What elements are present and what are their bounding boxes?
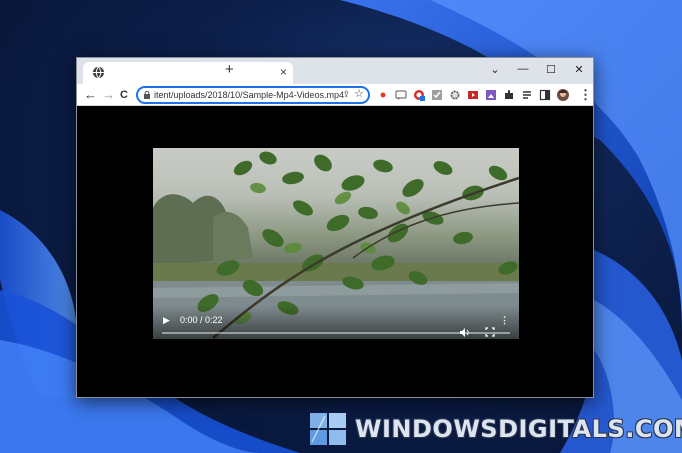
- title-bar: × + ⌄ — ☐ ✕: [77, 58, 593, 84]
- camera-icon[interactable]: [467, 88, 479, 100]
- check-icon[interactable]: [431, 88, 443, 100]
- globe-icon: [92, 66, 105, 79]
- windows-logo: [310, 413, 346, 445]
- more-options-icon[interactable]: ⋮: [500, 314, 509, 326]
- list-icon[interactable]: [521, 88, 533, 100]
- image-icon[interactable]: [485, 88, 497, 100]
- browser-tab[interactable]: ×: [83, 62, 293, 84]
- video-player[interactable]: ▶ 0:00 / 0:22 ⋮: [153, 148, 519, 339]
- sidebar-icon[interactable]: [539, 88, 551, 101]
- address-bar[interactable]: itent/uploads/2018/10/Sample-Mp4-Videos.…: [136, 86, 370, 104]
- minimize-button[interactable]: —: [509, 58, 537, 80]
- share-icon[interactable]: ⇪: [342, 89, 350, 100]
- back-button[interactable]: ←: [84, 86, 97, 104]
- avatar[interactable]: [557, 88, 569, 101]
- lock-icon: [144, 91, 150, 99]
- play-button[interactable]: ▶: [163, 314, 170, 326]
- new-tab-button[interactable]: +: [225, 62, 234, 77]
- browser-toolbar: ← → C itent/uploads/2018/10/Sample-Mp4-V…: [77, 84, 593, 106]
- star-icon[interactable]: ☆: [354, 88, 364, 101]
- url-text[interactable]: itent/uploads/2018/10/Sample-Mp4-Videos.…: [154, 89, 344, 102]
- time-display: 0:00 / 0:22: [180, 315, 223, 325]
- maximize-button[interactable]: ☐: [537, 58, 565, 80]
- puzzle-icon[interactable]: [503, 88, 515, 100]
- opera-icon[interactable]: [413, 88, 425, 101]
- browser-window: × + ⌄ — ☐ ✕ ← → C itent/uploads/2018/10/…: [76, 57, 594, 398]
- forward-button[interactable]: →: [102, 86, 115, 104]
- tab-search-icon[interactable]: ⌄: [481, 58, 509, 80]
- menu-icon[interactable]: ⋮: [579, 86, 592, 104]
- close-button[interactable]: ✕: [565, 58, 593, 80]
- progress-bar[interactable]: [162, 332, 510, 334]
- watermark-text: WINDOWSDIGITALS.COM: [355, 415, 682, 443]
- gear-icon[interactable]: [449, 88, 461, 100]
- tab-close-icon[interactable]: ×: [280, 65, 287, 79]
- reload-button[interactable]: C: [120, 86, 128, 104]
- video-controls: ▶ 0:00 / 0:22 ⋮: [153, 305, 519, 339]
- record-icon[interactable]: [377, 88, 389, 100]
- chat-icon[interactable]: [395, 88, 407, 100]
- window-controls: ⌄ — ☐ ✕: [481, 58, 593, 84]
